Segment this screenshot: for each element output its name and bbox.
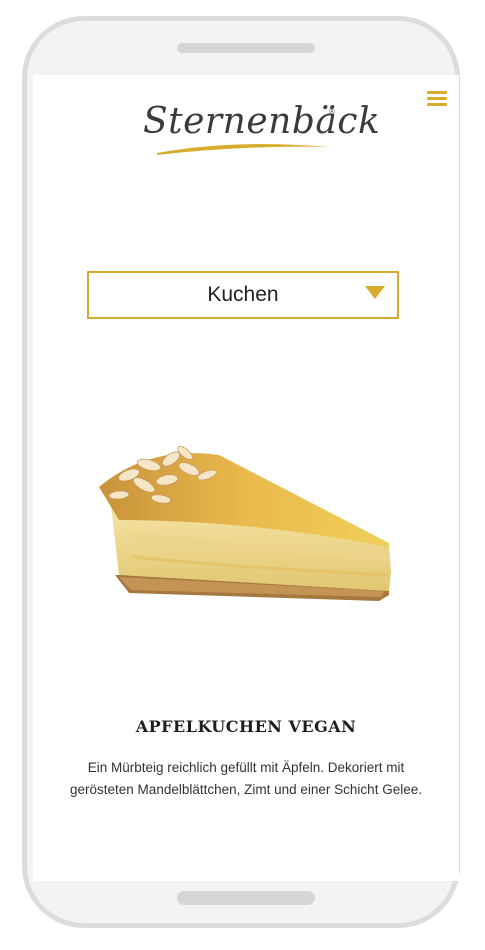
triangle-down-icon — [365, 286, 385, 299]
logo-text: Sternenbäck — [143, 101, 381, 142]
hamburger-menu-icon[interactable] — [427, 91, 447, 107]
product-title: APFELKUCHEN VEGAN — [135, 717, 357, 736]
phone-home-button — [177, 891, 315, 905]
logo-swoosh-icon — [157, 144, 329, 155]
product-image — [99, 446, 391, 601]
registered-mark: ® — [329, 107, 335, 116]
category-select[interactable]: Kuchen — [87, 271, 399, 319]
phone-frame: Sternenbäck ® Kuchen APFELKUCHEN VEGAN E… — [22, 16, 460, 928]
product-description: Ein Mürbteig reichlich gefüllt mit Äpfel… — [70, 760, 422, 797]
category-select-value: Kuchen — [207, 283, 279, 306]
screen: Sternenbäck ® Kuchen APFELKUCHEN VEGAN E… — [33, 75, 459, 881]
brand-logo[interactable]: Sternenbäck ® — [143, 101, 381, 161]
phone-speaker — [177, 43, 315, 53]
